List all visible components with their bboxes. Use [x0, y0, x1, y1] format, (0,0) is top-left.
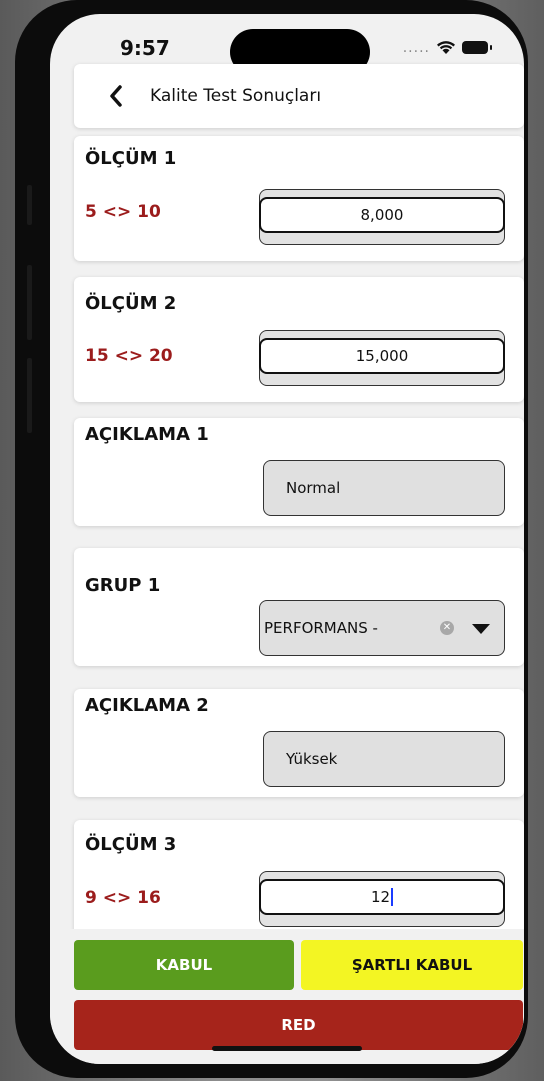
home-indicator	[212, 1046, 362, 1051]
measurement-card-1: ÖLÇÜM 1 5 <> 10 8,000	[74, 136, 524, 261]
back-button[interactable]	[96, 85, 136, 107]
measurement-input[interactable]: 8,000	[259, 197, 505, 233]
volume-up-button	[27, 265, 32, 340]
signal-dots: .....	[402, 39, 430, 56]
wifi-icon	[437, 41, 455, 54]
range-label: 5 <> 10	[85, 202, 161, 222]
mute-switch	[27, 185, 32, 225]
group-card-1: GRUP 1 PERFORMANS - ✕	[74, 548, 524, 666]
accept-button[interactable]: KABUL	[74, 940, 294, 990]
page-title: Kalite Test Sonuçları	[150, 86, 322, 106]
card-title: ÖLÇÜM 3	[85, 834, 177, 855]
page-header: Kalite Test Sonuçları	[74, 64, 524, 128]
measurement-input[interactable]: 15,000	[259, 338, 505, 374]
phone-frame: 9:57 ..... Kalite Test Sonuçları ÖLÇÜM 1…	[15, 0, 528, 1078]
group-select[interactable]: PERFORMANS - ✕	[259, 600, 505, 656]
battery-icon	[462, 41, 492, 54]
card-title: GRUP 1	[85, 575, 161, 596]
status-icons: .....	[402, 39, 492, 56]
description-field[interactable]: Yüksek	[263, 731, 505, 787]
number-stepper[interactable]: 8,000	[259, 189, 505, 245]
description-card-1: AÇIKLAMA 1 Normal	[74, 418, 524, 526]
number-stepper[interactable]: 15,000	[259, 330, 505, 386]
caret-down-icon[interactable]	[472, 624, 490, 634]
text-cursor	[391, 888, 394, 906]
measurement-input[interactable]: 12	[259, 879, 505, 915]
reject-button[interactable]: RED	[74, 1000, 523, 1050]
status-time: 9:57	[120, 36, 170, 60]
volume-down-button	[27, 358, 32, 433]
chevron-left-icon	[110, 85, 122, 107]
clear-icon[interactable]: ✕	[440, 621, 454, 635]
screen: 9:57 ..... Kalite Test Sonuçları ÖLÇÜM 1…	[50, 14, 524, 1064]
card-title: ÖLÇÜM 2	[85, 293, 177, 314]
measurement-input-value: 12	[370, 888, 391, 906]
group-select-value: PERFORMANS -	[264, 619, 378, 637]
action-bar: KABUL ŞARTLI KABUL RED	[50, 929, 524, 1064]
conditional-accept-button[interactable]: ŞARTLI KABUL	[301, 940, 523, 990]
number-stepper[interactable]: 12	[259, 871, 505, 927]
card-title: AÇIKLAMA 1	[85, 424, 209, 445]
card-title: AÇIKLAMA 2	[85, 695, 209, 716]
measurement-card-3: ÖLÇÜM 3 9 <> 16 12	[74, 820, 524, 945]
range-label: 15 <> 20	[85, 346, 173, 366]
range-label: 9 <> 16	[85, 888, 161, 908]
measurement-card-2: ÖLÇÜM 2 15 <> 20 15,000	[74, 277, 524, 402]
card-title: ÖLÇÜM 1	[85, 148, 177, 169]
description-field[interactable]: Normal	[263, 460, 505, 516]
description-card-2: AÇIKLAMA 2 Yüksek	[74, 689, 524, 797]
